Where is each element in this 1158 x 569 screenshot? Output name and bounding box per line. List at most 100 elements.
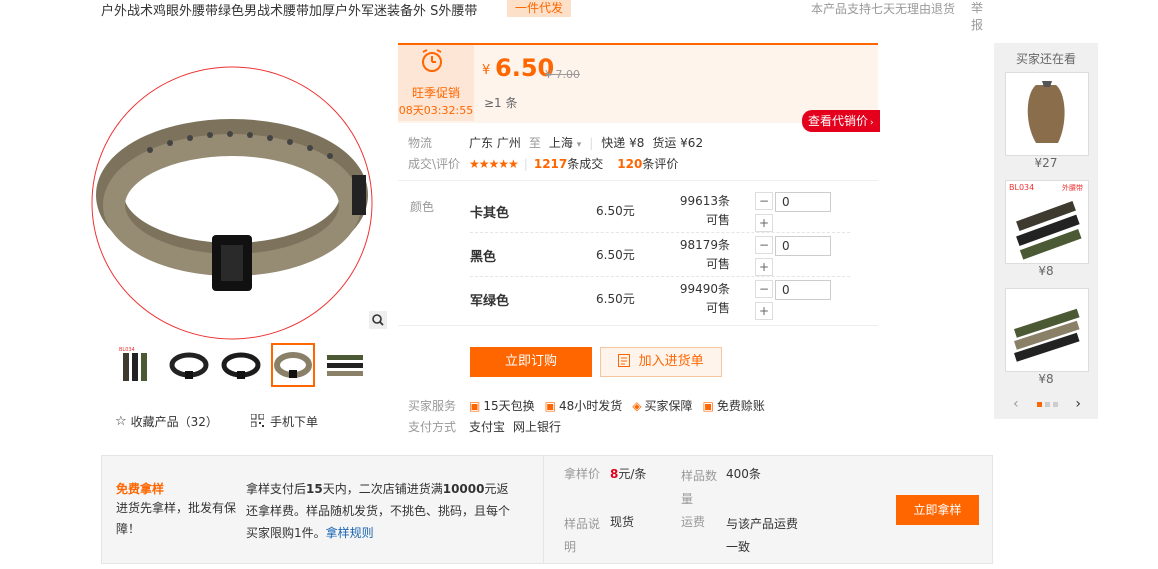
deal-suffix: 条成交 [567, 157, 604, 171]
alarm-clock-icon [418, 47, 446, 78]
service-label: 买家保障 [644, 399, 693, 413]
thumbnail[interactable] [219, 343, 263, 387]
star-outline-icon: ☆ [115, 414, 127, 429]
rating-stars: ★★★★★ [469, 156, 519, 171]
report-link[interactable]: 举报 [971, 0, 985, 34]
recommend-item[interactable]: BL034 外腰带 [1005, 180, 1089, 264]
sku-row: 黑色 6.50元 98179条可售 − 0 + [470, 232, 850, 277]
qrcode-icon [250, 413, 265, 430]
return-policy-notice: 本产品支持七天无理由退货 [811, 2, 956, 16]
ship-to-word: 至 [528, 136, 541, 150]
deal-count-link[interactable]: 1217条成交 [534, 155, 603, 172]
sku-name: 黑色 [470, 250, 497, 265]
sample-shipping-value: 与该产品运费一致 [726, 517, 799, 554]
qty-plus-button[interactable]: + [755, 302, 773, 320]
divider [398, 180, 878, 181]
qty-minus-button[interactable]: − [755, 236, 773, 254]
ship-to-select[interactable]: 上海 ▾ [549, 134, 581, 151]
thumbnail-active[interactable] [271, 343, 315, 387]
add-to-cart-label: 加入进货单 [638, 354, 704, 369]
sample-desc-value: 现货 [610, 515, 635, 529]
exchange-icon: ▣ [469, 399, 481, 413]
express-fee: 快递 ¥8 [601, 136, 645, 150]
dropship-price-label: 查看代销价 [808, 114, 869, 128]
cart-list-icon [618, 354, 634, 369]
sku-price: 6.50元 [596, 248, 635, 262]
freight-fee: 货运 ¥62 [652, 136, 704, 150]
main-product-image[interactable] [90, 65, 376, 341]
qty-input[interactable]: 0 [775, 192, 831, 212]
mobile-order[interactable]: 手机下单 [250, 413, 318, 430]
sample-price-unit: 元/条 [618, 467, 647, 481]
service-label: 免费赊账 [716, 399, 765, 413]
recommend-price: ¥8 [1038, 372, 1054, 386]
logistics-info: 广东 广州 至 上海 ▾ | 快递 ¥8 货运 ¥62 [469, 134, 704, 151]
service-label: 15天包换 [483, 399, 535, 413]
qty-input[interactable]: 0 [775, 236, 831, 256]
order-now-button[interactable]: 立即订购 [470, 347, 592, 377]
sku-stock: 99490条可售 [679, 282, 730, 315]
promo-name: 旺季促销 [411, 86, 460, 100]
product-title: 户外战术鸡眼外腰带绿色男战术腰带加厚户外军迷装备外 S外腰带 [101, 4, 478, 19]
services-label: 买家服务 [408, 399, 457, 413]
payment-methods: 支付宝 网上银行 [469, 418, 561, 435]
deal-count: 1217 [533, 157, 568, 171]
service-label: 48小时发货 [558, 399, 623, 413]
free-sample-desc: 进货先拿样，批发有保障！ [116, 501, 237, 536]
sidebar-title: 买家还在看 [1015, 52, 1076, 66]
chevron-left-icon[interactable]: ‹ [1013, 396, 1019, 412]
sample-shipping-label: 运费 [681, 515, 706, 529]
pager-dot[interactable] [1044, 401, 1050, 407]
free-sample-logo: 免费拿样 [116, 482, 165, 496]
sample-qty-label: 样品数量 [681, 469, 718, 506]
ship-from: 广东 广州 [469, 136, 521, 150]
terms-part: 拿样支付后 [246, 482, 307, 496]
sku-stock: 99613条可售 [679, 194, 730, 227]
payment-label: 支付方式 [408, 420, 457, 434]
sidebar-pager: ‹ › [1013, 396, 1081, 412]
sample-price: 8元/条 [610, 465, 646, 482]
payment-alipay: 支付宝 [469, 420, 506, 434]
get-sample-button[interactable]: 立即拿样 [896, 495, 979, 525]
add-to-cart-button[interactable]: 加入进货单 [600, 347, 722, 377]
pager-dot-active[interactable] [1036, 401, 1042, 407]
service-item[interactable]: ▣ 15天包换 [469, 397, 535, 414]
original-price: ¥ 7.00 [545, 68, 580, 81]
price-currency: ¥ [482, 63, 491, 78]
service-item[interactable]: ◈ 买家保障 [632, 397, 692, 414]
service-item[interactable]: ▣ 48小时发货 [545, 397, 623, 414]
ship-to: 上海 [548, 136, 573, 150]
sku-stock: 98179条可售 [679, 238, 730, 271]
chevron-down-icon: ▾ [576, 140, 582, 150]
thumbnail[interactable] [167, 343, 211, 387]
qty-input[interactable]: 0 [775, 280, 831, 300]
service-item[interactable]: ▣ 免费赊账 [703, 397, 765, 414]
review-count-link[interactable]: 120条评价 [617, 155, 678, 172]
chevron-right-icon[interactable]: › [1075, 396, 1081, 412]
qty-plus-button[interactable]: + [755, 258, 773, 276]
recommend-item[interactable] [1005, 72, 1089, 156]
recommend-price: ¥27 [1034, 156, 1058, 170]
min-order-qty: ≥1 条 [484, 96, 518, 110]
terms-part: 天内，二次店铺进货满 [322, 482, 443, 496]
sku-price: 6.50元 [596, 204, 635, 218]
services-list: ▣ 15天包换 ▣ 48小时发货 ◈ 买家保障 ▣ 免费赊账 [469, 397, 765, 414]
thumbnail[interactable]: BL034 [115, 343, 159, 387]
thumbnail[interactable] [323, 343, 367, 387]
sample-price-label: 拿样价 [564, 467, 601, 481]
view-dropship-price-button[interactable]: 查看代销价 › [802, 110, 880, 132]
qty-minus-button[interactable]: − [755, 192, 773, 210]
svg-text:BL034: BL034 [119, 347, 135, 353]
chevron-right-icon: › [870, 118, 874, 128]
recommend-price: ¥8 [1038, 264, 1054, 278]
recommend-item[interactable] [1005, 288, 1089, 372]
pager-dot[interactable] [1052, 401, 1058, 407]
zoom-icon[interactable] [369, 311, 387, 329]
favorite-product[interactable]: ☆ 收藏产品（32） [115, 413, 218, 430]
sample-rules-link[interactable]: 拿样规则 [326, 526, 374, 540]
sku-name: 军绿色 [470, 294, 510, 309]
shield-icon: ◈ [632, 399, 642, 413]
qty-plus-button[interactable]: + [755, 214, 773, 232]
deals-label: 成交\评价 [408, 157, 461, 171]
qty-minus-button[interactable]: − [755, 280, 773, 298]
